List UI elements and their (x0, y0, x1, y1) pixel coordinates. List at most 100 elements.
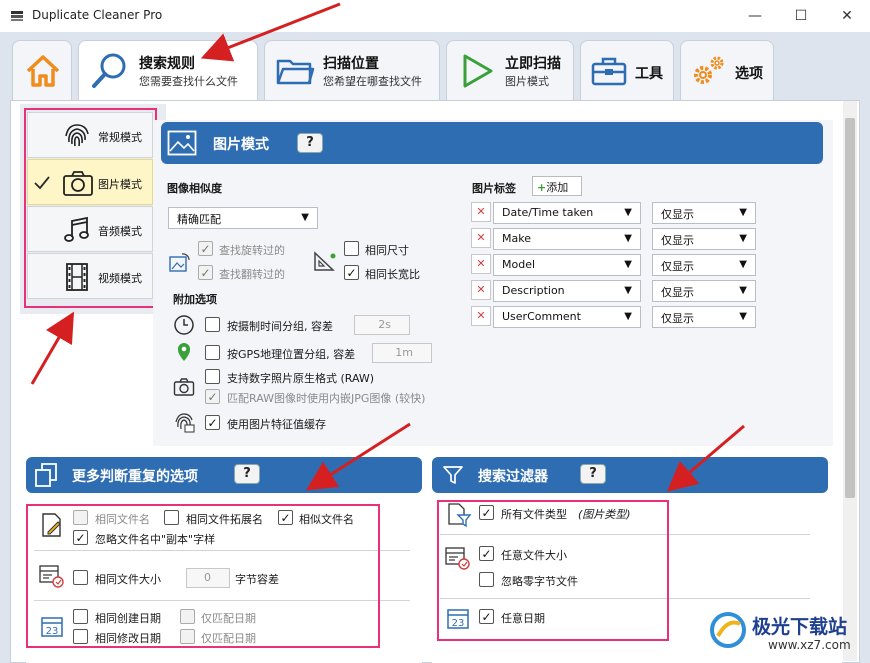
time-group-checkbox[interactable] (205, 317, 220, 332)
search-icon (92, 53, 126, 88)
chevron-down-icon: ▼ (624, 285, 632, 296)
tab-scan-now[interactable]: 立即扫描 图片模式 (446, 40, 574, 100)
time-group-label: 按摄制时间分组, 容差 (227, 320, 333, 333)
tag-mode-dropdown[interactable]: 仅显示 ▼ (652, 202, 756, 224)
filter-icon (443, 466, 463, 484)
add-tag-button[interactable]: +添加 (532, 176, 582, 196)
similarity-value: 精确匹配 (177, 213, 221, 226)
image-tags-label: 图片标签 (472, 182, 516, 195)
home-icon (26, 55, 60, 87)
tag-mode-dropdown[interactable]: 仅显示 ▼ (652, 306, 756, 328)
tab-search-rules[interactable]: 搜索规则 您需要查找什么文件 (78, 40, 258, 102)
tag-value: Make (502, 232, 531, 245)
location-pin-icon (178, 343, 190, 361)
tab-scan-location[interactable]: 扫描位置 您希望在哪查找文件 (264, 40, 440, 100)
maximize-button[interactable]: ☐ (778, 0, 824, 32)
similarity-label: 图像相似度 (167, 182, 222, 195)
tab-home[interactable] (12, 40, 72, 100)
plus-icon: + (537, 181, 547, 194)
tag-mode-value: 仅显示 (661, 208, 694, 221)
rotate-image-icon (169, 253, 190, 272)
tag-dropdown[interactable]: Description ▼ (493, 280, 641, 302)
time-tolerance-value: 2s (378, 318, 391, 331)
tag-dropdown[interactable]: Model ▼ (493, 254, 641, 276)
clock-icon (174, 315, 194, 335)
tag-mode-value: 仅显示 (661, 260, 694, 273)
same-dimension-checkbox[interactable] (344, 241, 359, 256)
folder-icon (276, 59, 315, 85)
raw-support-checkbox[interactable] (205, 369, 220, 384)
same-ratio-label: 相同长宽比 (365, 268, 420, 281)
search-filter-title: 搜索过滤器 (478, 469, 548, 485)
gps-group-label: 按GPS地理位置分组, 容差 (227, 348, 356, 361)
more-options-help-button[interactable]: ? (234, 464, 260, 484)
tab-search-rules-sub: 您需要查找什么文件 (139, 75, 238, 88)
image-mode-help-button[interactable]: ? (297, 133, 323, 153)
same-dimension-label: 相同尺寸 (365, 244, 409, 257)
watermark-logo-icon (710, 612, 746, 648)
chevron-down-icon: ▼ (739, 259, 747, 270)
feature-cache-label: 使用图片特征值缓存 (227, 418, 326, 431)
minimize-button[interactable]: — (732, 0, 778, 32)
flip-label: 查找翻转过的 (219, 268, 285, 281)
tag-value: Model (502, 258, 536, 271)
toolbox-icon (591, 57, 627, 86)
tab-scan-now-sub: 图片模式 (505, 75, 549, 88)
tab-tools[interactable]: 工具 (580, 40, 674, 100)
tab-scan-now-label: 立即扫描 (505, 56, 561, 72)
tab-scan-location-sub: 您希望在哪查找文件 (323, 75, 422, 88)
gps-tolerance-spinner[interactable]: 1m (372, 343, 432, 363)
highlight-box-more-options (26, 504, 380, 648)
image-mode-title: 图片模式 (213, 137, 269, 153)
similarity-dropdown[interactable]: 精确匹配 ▼ (168, 207, 318, 229)
watermark: 极光下载站 www.xz7.com (708, 604, 868, 660)
tag-mode-value: 仅显示 (661, 234, 694, 247)
chevron-down-icon: ▼ (624, 233, 632, 244)
tag-mode-dropdown[interactable]: 仅显示 ▼ (652, 280, 756, 302)
tab-scan-location-label: 扫描位置 (323, 56, 379, 72)
chevron-down-icon: ▼ (624, 311, 632, 322)
rotate-checkbox[interactable]: ✓ (198, 241, 213, 256)
more-options-title: 更多判断重复的选项 (72, 469, 198, 485)
chevron-down-icon: ▼ (624, 259, 632, 270)
highlight-box-search-filter (437, 500, 669, 641)
watermark-text: 极光下载站 (752, 616, 848, 638)
scrollbar-thumb[interactable] (845, 118, 855, 498)
feature-cache-checkbox[interactable]: ✓ (205, 415, 220, 430)
chevron-down-icon: ▼ (301, 212, 309, 223)
highlight-box-modes (24, 108, 157, 308)
search-filter-help-button[interactable]: ? (580, 464, 606, 484)
remove-tag-button[interactable]: ✕ (471, 306, 491, 326)
chevron-down-icon: ▼ (624, 207, 632, 218)
tag-dropdown[interactable]: Make ▼ (493, 228, 641, 250)
search-filter-header: 搜索过滤器 ? (432, 457, 828, 493)
chevron-down-icon: ▼ (739, 285, 747, 296)
chevron-down-icon: ▼ (739, 311, 747, 322)
remove-tag-button[interactable]: ✕ (471, 202, 491, 222)
flip-checkbox[interactable]: ✓ (198, 265, 213, 280)
tag-mode-dropdown[interactable]: 仅显示 ▼ (652, 254, 756, 276)
remove-tag-button[interactable]: ✕ (471, 254, 491, 274)
window-title: Duplicate Cleaner Pro (32, 8, 163, 22)
tag-mode-dropdown[interactable]: 仅显示 ▼ (652, 228, 756, 250)
duplicate-files-icon (35, 463, 57, 487)
tag-mode-value: 仅显示 (661, 286, 694, 299)
gps-group-checkbox[interactable] (205, 345, 220, 360)
tab-options[interactable]: 选项 (680, 40, 774, 100)
chevron-down-icon: ▼ (739, 207, 747, 218)
raw-jpg-checkbox[interactable]: ✓ (205, 389, 220, 404)
same-ratio-checkbox[interactable]: ✓ (344, 265, 359, 280)
tab-options-label: 选项 (735, 66, 763, 82)
ruler-triangle-icon (314, 251, 336, 271)
tag-dropdown[interactable]: UserComment ▼ (493, 306, 641, 328)
close-button[interactable]: ✕ (824, 0, 870, 32)
raw-jpg-label: 匹配RAW图像时使用内嵌JPG图像 (较快) (227, 392, 426, 405)
remove-tag-button[interactable]: ✕ (471, 280, 491, 300)
fingerprint-cache-icon (175, 413, 195, 433)
add-tag-label: 添加 (546, 181, 569, 194)
title-bar: Duplicate Cleaner Pro — ☐ ✕ (0, 0, 870, 32)
tag-dropdown[interactable]: Date/Time taken ▼ (493, 202, 641, 224)
time-tolerance-spinner[interactable]: 2s (354, 315, 410, 335)
remove-tag-button[interactable]: ✕ (471, 228, 491, 248)
play-icon (463, 54, 493, 88)
